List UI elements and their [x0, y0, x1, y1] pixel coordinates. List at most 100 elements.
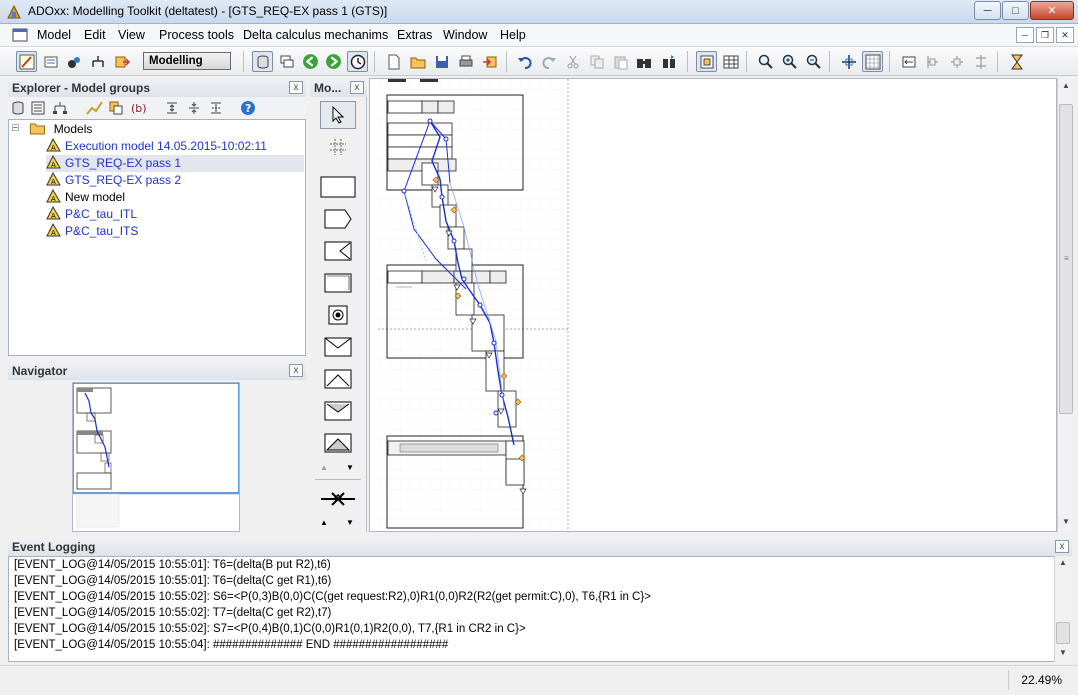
mode-select[interactable]: Modelling [143, 52, 231, 70]
palette-rectangle[interactable] [320, 173, 356, 201]
edit-mode-icon[interactable] [16, 51, 37, 72]
database-view-icon[interactable] [10, 100, 26, 116]
palette-scroll-up-icon[interactable]: ▲ [320, 463, 328, 472]
palette-close-button[interactable]: x [350, 81, 364, 94]
help-icon[interactable]: ? [240, 100, 256, 116]
log-scroll-up-icon[interactable]: ▲ [1059, 558, 1067, 567]
document-icon[interactable] [12, 28, 28, 42]
align-center-icon[interactable] [946, 51, 967, 72]
tree-item-model-1[interactable]: A GTS_REQ-EX pass 1 [46, 155, 304, 172]
menu-view[interactable]: View [118, 28, 145, 42]
zoom-out-icon[interactable] [803, 51, 824, 72]
navigator-close-button[interactable]: x [289, 364, 303, 377]
collapse-all-icon[interactable] [186, 100, 202, 116]
log-scroll-down-icon[interactable]: ▼ [1059, 648, 1067, 657]
zoom-level: 22.49% [1008, 670, 1066, 690]
pointer-tool[interactable] [320, 101, 356, 129]
chart-tool-icon[interactable] [86, 100, 104, 116]
copy-model-icon[interactable] [108, 100, 124, 116]
open-folder-icon[interactable] [407, 51, 428, 72]
save-icon[interactable] [431, 51, 452, 72]
palette-scroll-down-icon[interactable]: ▼ [346, 463, 354, 472]
tree-item-model-4[interactable]: A P&C_tau_ITL [46, 206, 137, 223]
new-file-icon[interactable] [383, 51, 404, 72]
tree-root-models[interactable]: Models [12, 121, 92, 138]
copy-icon[interactable] [586, 51, 607, 72]
menu-delta-calculus[interactable]: Delta calculus mechanims [243, 28, 388, 42]
palette-receive[interactable] [320, 237, 356, 265]
back-green-icon[interactable] [300, 51, 321, 72]
palette-start[interactable] [320, 301, 356, 329]
menu-edit[interactable]: Edit [84, 28, 106, 42]
crosshair-icon[interactable] [838, 51, 859, 72]
canvas-scroll-thumb[interactable]: ≡ [1059, 104, 1073, 414]
palette-message-up-filled[interactable] [320, 429, 356, 457]
grid-icon[interactable] [862, 51, 883, 72]
event-log-scrollbar[interactable]: ▲ ▼ [1054, 556, 1071, 662]
table-view-icon[interactable] [720, 51, 741, 72]
menu-help[interactable]: Help [500, 28, 526, 42]
tree-item-model-3[interactable]: A New model [46, 189, 125, 206]
replace-icon[interactable] [658, 51, 679, 72]
expand-all-icon[interactable] [164, 100, 180, 116]
sort-icon[interactable] [208, 100, 224, 116]
align-left-icon[interactable] [898, 51, 919, 72]
canvas-vertical-scrollbar[interactable]: ▲ ≡ ▼ [1057, 78, 1074, 532]
forward-green-icon[interactable] [323, 51, 344, 72]
paste-icon[interactable] [610, 51, 631, 72]
menu-window[interactable]: Window [443, 28, 487, 42]
print-icon[interactable] [455, 51, 476, 72]
undo-icon[interactable] [514, 51, 535, 72]
mdi-minimize-button[interactable]: ─ [1016, 27, 1034, 43]
find-icon[interactable] [634, 51, 655, 72]
model-canvas[interactable] [369, 78, 1057, 532]
relations-scroll-up-icon[interactable]: ▲ [320, 518, 328, 527]
palette-message-up[interactable] [320, 365, 356, 393]
mdi-restore-button[interactable]: ❐ [1036, 27, 1054, 43]
hierarchy-icon[interactable] [87, 51, 108, 72]
clock-icon[interactable] [347, 51, 368, 72]
menu-process-tools[interactable]: Process tools [159, 28, 234, 42]
palette-relation[interactable] [320, 485, 356, 513]
import-icon[interactable] [479, 51, 500, 72]
menu-model[interactable]: Model [37, 28, 71, 42]
palette-message[interactable] [320, 333, 356, 361]
event-log-output[interactable]: [EVENT_LOG@14/05/2015 10:55:01]: T6=(del… [8, 556, 1066, 662]
distribute-vertical-icon[interactable] [970, 51, 991, 72]
close-button[interactable]: ✕ [1030, 1, 1074, 20]
mdi-close-button[interactable]: ✕ [1056, 27, 1074, 43]
minimize-button[interactable]: ─ [974, 1, 1001, 20]
menu-extras[interactable]: Extras [397, 28, 432, 42]
log-scroll-thumb[interactable] [1056, 622, 1070, 644]
scroll-up-arrow-icon[interactable]: ▲ [1062, 81, 1070, 90]
relations-scroll-down-icon[interactable]: ▼ [346, 518, 354, 527]
connector-tool[interactable] [320, 133, 356, 161]
tree-item-model-2[interactable]: A GTS_REQ-EX pass 2 [46, 172, 181, 189]
palette-message-filled[interactable] [320, 397, 356, 425]
cut-icon[interactable] [562, 51, 583, 72]
windows-icon[interactable] [276, 51, 297, 72]
select-mode-icon[interactable] [696, 51, 717, 72]
objects-icon[interactable] [63, 51, 84, 72]
attributes-icon[interactable] [40, 51, 61, 72]
scroll-down-arrow-icon[interactable]: ▼ [1062, 517, 1070, 526]
tree-item-model-0[interactable]: A Execution model 14.05.2015-10:02:11 [46, 138, 267, 155]
explorer-close-button[interactable]: x [289, 81, 303, 94]
list-view-icon[interactable] [30, 100, 46, 116]
event-log-close-button[interactable]: x [1055, 540, 1069, 553]
redo-icon[interactable] [538, 51, 559, 72]
maximize-button[interactable]: □ [1002, 1, 1029, 20]
tree-item-model-5[interactable]: A P&C_tau_ITS [46, 223, 138, 240]
tree-view-icon[interactable] [52, 100, 68, 116]
database-icon[interactable] [252, 51, 273, 72]
zoom-icon[interactable] [755, 51, 776, 72]
navigator-preview[interactable] [72, 382, 240, 532]
collapse-node-icon[interactable] [12, 124, 22, 134]
zoom-in-icon[interactable] [779, 51, 800, 72]
script-icon[interactable]: (b) [130, 100, 148, 116]
palette-send[interactable] [320, 205, 356, 233]
distribute-horizontal-icon[interactable] [922, 51, 943, 72]
hourglass-icon[interactable] [1006, 51, 1027, 72]
palette-function[interactable] [320, 269, 356, 297]
export-icon[interactable] [111, 51, 132, 72]
